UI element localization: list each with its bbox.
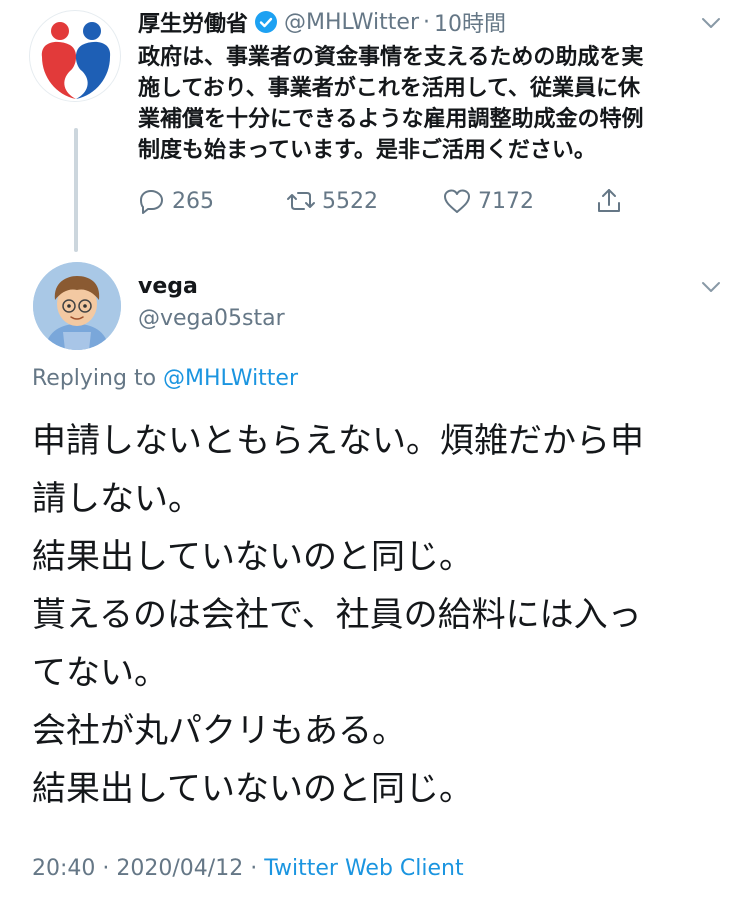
reply-text-line: 結果出していないのと同じ。 bbox=[32, 537, 473, 577]
reply-text-line: 会社が丸パクリもある。 bbox=[32, 711, 406, 751]
reply-text-line: 貰えるのは会社で、社員の給料には入っ bbox=[32, 595, 642, 635]
tweet-time[interactable]: 20:40 bbox=[32, 856, 95, 881]
reply-handle[interactable]: @vega05star bbox=[138, 306, 285, 331]
parent-handle[interactable]: @MHLWitter bbox=[284, 10, 419, 35]
reply-text-line: 請しない。 bbox=[32, 479, 202, 519]
cartoon-avatar-icon bbox=[33, 262, 121, 350]
verified-badge-icon bbox=[255, 11, 278, 33]
share-icon bbox=[598, 189, 620, 212]
reply-text-line: 申請しないともらえない。煩雑だから申 bbox=[32, 421, 644, 461]
tweet-meta: 20:40 · 2020/04/12 · Twitter Web Client bbox=[32, 856, 464, 881]
avatar[interactable] bbox=[33, 262, 121, 350]
chevron-down-icon[interactable] bbox=[700, 276, 722, 298]
thread-connector-line bbox=[74, 128, 78, 252]
parent-text-line: 政府は、事業者の資金事情を支えるための助成を実 bbox=[138, 45, 644, 70]
parent-timestamp[interactable]: 10時間 bbox=[434, 6, 506, 38]
parent-text-line: 業補償を十分にできるような雇用調整助成金の特例 bbox=[138, 107, 644, 132]
retweet-icon bbox=[287, 192, 315, 210]
parent-display-name[interactable]: 厚生労働省 bbox=[138, 6, 248, 38]
replying-to: Replying to @MHLWitter bbox=[32, 366, 298, 391]
parent-text-line: 制度も始まっています。是非ご活用ください。 bbox=[138, 138, 596, 163]
reply-tweet-text: 申請しないともらえない。煩雑だから申 請しない。 結果出していないのと同じ。 貰… bbox=[32, 412, 722, 818]
replying-handle-link[interactable]: @MHLWitter bbox=[163, 366, 298, 391]
replying-prefix: Replying to bbox=[32, 366, 157, 391]
header-separator: · bbox=[423, 9, 430, 35]
retweet-count: 5522 bbox=[322, 188, 378, 214]
like-button[interactable]: 7172 bbox=[442, 186, 534, 216]
reply-icon bbox=[140, 190, 163, 214]
tweet-date[interactable]: 2020/04/12 bbox=[116, 856, 243, 881]
chevron-down-icon[interactable] bbox=[700, 12, 722, 34]
mhlw-logo-avatar[interactable] bbox=[29, 10, 121, 102]
retweet-button[interactable]: 5522 bbox=[286, 186, 378, 216]
parent-text-line: 施しており、事業者がこれを活用して、従業員に休 bbox=[138, 76, 641, 101]
mhlw-logo-icon bbox=[41, 22, 111, 99]
reply-display-name[interactable]: vega bbox=[138, 274, 198, 299]
reply-count: 265 bbox=[172, 188, 214, 214]
parent-tweet-header: 厚生労働省 @MHLWitter · 10時間 bbox=[138, 6, 506, 38]
reply-text-line: てない。 bbox=[32, 653, 168, 693]
client-link[interactable]: Twitter Web Client bbox=[264, 856, 463, 881]
reply-text-line: 結果出していないのと同じ。 bbox=[32, 769, 473, 809]
like-count: 7172 bbox=[478, 188, 534, 214]
meta-dot: · bbox=[102, 856, 110, 881]
like-icon bbox=[444, 189, 470, 213]
reply-button[interactable]: 265 bbox=[136, 186, 214, 216]
parent-tweet-text: 政府は、事業者の資金事情を支えるための助成を実 施しており、事業者がこれを活用し… bbox=[138, 42, 728, 166]
share-button[interactable] bbox=[594, 186, 630, 216]
parent-action-bar: 265 5522 7172 bbox=[136, 186, 636, 222]
meta-dot: · bbox=[250, 856, 258, 881]
